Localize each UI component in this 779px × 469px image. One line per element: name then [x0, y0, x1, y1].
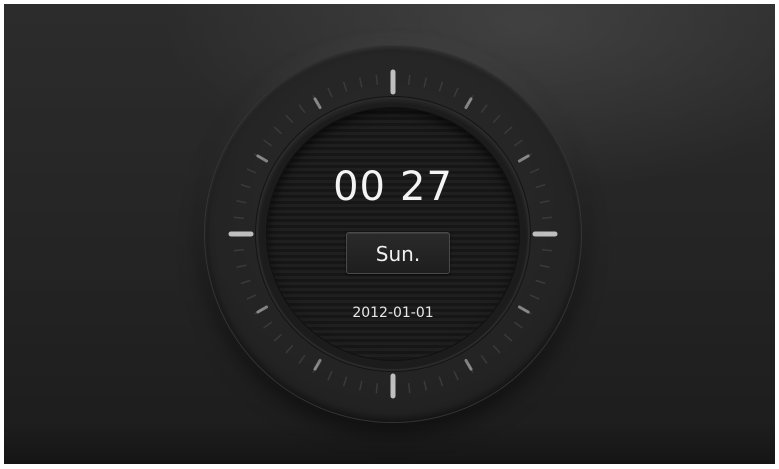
minute-tick [407, 74, 411, 85]
minute-tick [263, 321, 273, 329]
minute-tick [423, 77, 427, 88]
clock-screen: 00 27 Sun. 2012-01-01 [4, 4, 775, 464]
minute-tick [492, 114, 501, 124]
minute-tick [263, 139, 273, 147]
minute-tick [513, 321, 523, 329]
hour-marker [313, 358, 322, 371]
minute-tick [453, 87, 459, 98]
minute-tick [423, 380, 427, 391]
minute-tick [240, 279, 251, 285]
time-display: 00 27 [267, 163, 519, 211]
minute-tick [236, 264, 247, 268]
minute-tick [375, 383, 379, 394]
minute-tick [236, 200, 247, 204]
minute-tick [503, 126, 513, 135]
minute-tick [298, 354, 306, 364]
hour-marker [464, 358, 473, 371]
minute-tick [233, 216, 244, 220]
minute-tick [535, 183, 546, 189]
minute-tick [539, 200, 550, 204]
minute-tick [285, 344, 294, 354]
minute-tick [539, 264, 550, 268]
date-display: 2012-01-01 [352, 305, 434, 321]
minute-tick [503, 333, 513, 342]
hour-marker [517, 305, 530, 314]
hour-marker [256, 305, 269, 314]
minute-tick [480, 354, 488, 364]
minute-tick [240, 183, 251, 189]
hour-marker [313, 97, 322, 110]
dial-inner-ring: 00 27 Sun. 2012-01-01 [258, 99, 528, 369]
minute-tick [492, 344, 501, 354]
minute-tick [407, 383, 411, 394]
minute-tick [246, 168, 257, 174]
minute-tick [480, 104, 488, 114]
minute-tick [529, 168, 540, 174]
minute-tick [246, 294, 257, 300]
clock-face: 00 27 Sun. 2012-01-01 [267, 108, 519, 360]
minute-tick [233, 248, 244, 252]
minute-tick [535, 279, 546, 285]
hours-value: 00 [333, 164, 386, 210]
minute-tick [542, 248, 553, 252]
minute-tick [273, 126, 283, 135]
hour-marker [517, 154, 530, 163]
minute-tick [513, 139, 523, 147]
minute-tick [375, 74, 379, 85]
hour-marker [464, 97, 473, 110]
minute-tick [327, 87, 333, 98]
minute-tick [359, 380, 363, 391]
minute-tick [438, 376, 444, 387]
minute-tick [542, 216, 553, 220]
minute-tick [359, 77, 363, 88]
minute-tick [327, 370, 333, 381]
day-of-week-button[interactable]: Sun. [346, 232, 450, 274]
minute-tick [273, 333, 283, 342]
minute-tick [438, 81, 444, 92]
minute-tick [342, 376, 348, 387]
minute-tick [453, 370, 459, 381]
minute-tick [285, 114, 294, 124]
hour-marker [256, 154, 269, 163]
minutes-value: 27 [400, 164, 453, 210]
minute-tick [342, 81, 348, 92]
minute-tick [529, 294, 540, 300]
clock-dial: 00 27 Sun. 2012-01-01 [205, 46, 581, 422]
minute-tick [298, 104, 306, 114]
